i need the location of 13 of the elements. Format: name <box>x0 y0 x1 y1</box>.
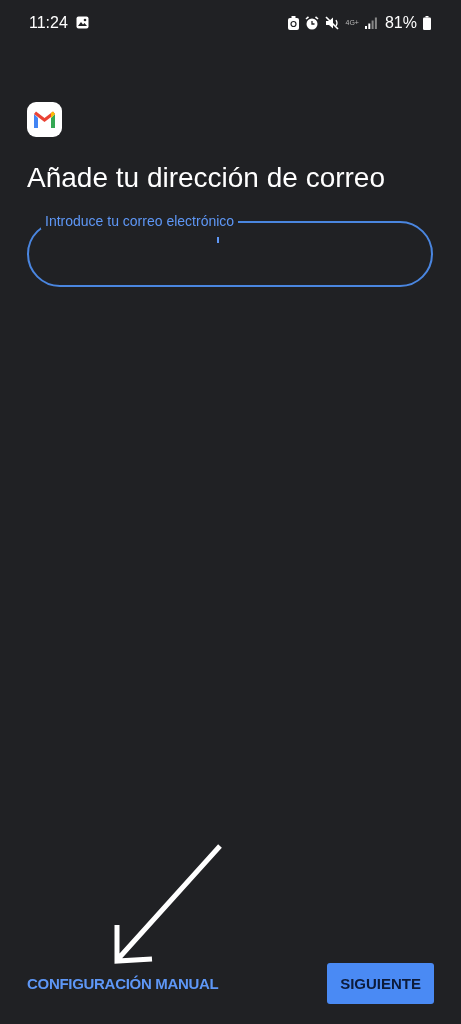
page-title: Añade tu dirección de correo <box>27 161 385 195</box>
image-icon <box>75 16 89 29</box>
mute-icon <box>324 15 340 30</box>
mail-app-icon <box>27 102 62 137</box>
signal-icon <box>364 16 377 29</box>
status-time: 11:24 <box>29 13 68 32</box>
battery-icon <box>423 15 431 30</box>
alarm-icon <box>304 15 319 30</box>
manual-setup-link[interactable]: CONFIGURACIÓN MANUAL <box>27 975 219 992</box>
field-label: Introduce tu correo electrónico <box>41 213 239 229</box>
email-field[interactable]: Introduce tu correo electrónico <box>27 213 433 287</box>
battery-percent: 81% <box>384 13 417 32</box>
next-button[interactable]: SIGUIENTE <box>327 963 434 1004</box>
